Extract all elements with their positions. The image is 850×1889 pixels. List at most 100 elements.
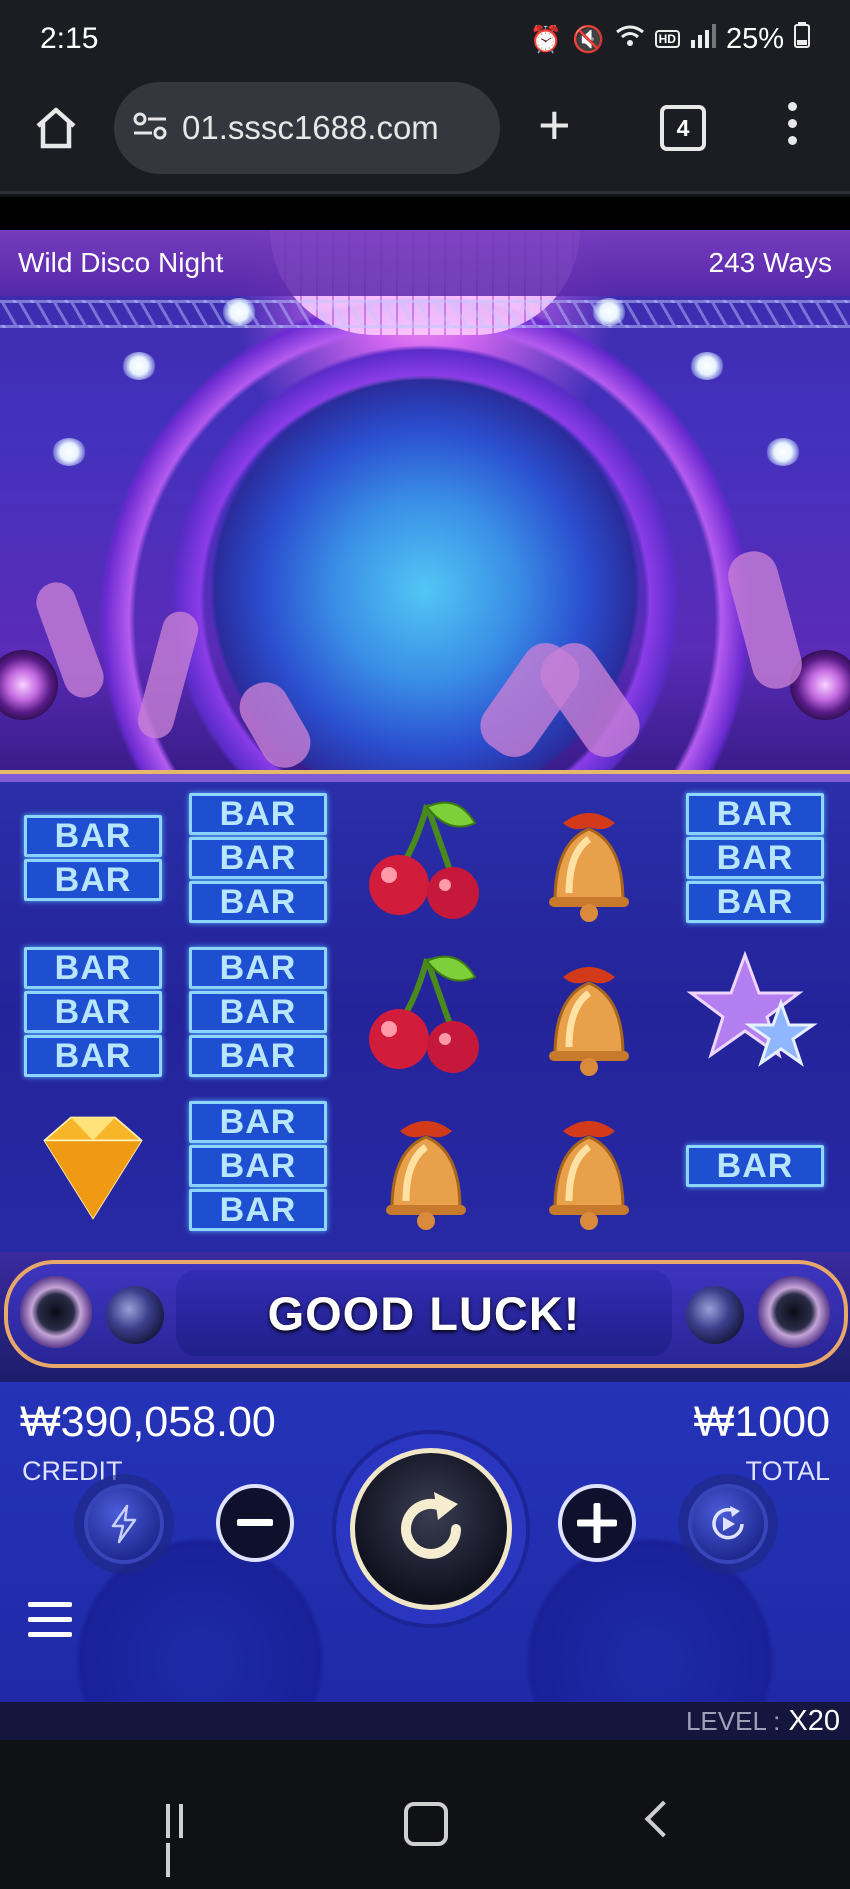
bar-label: BAR	[189, 991, 327, 1033]
bell-icon	[352, 1096, 502, 1236]
level-bar: LEVEL : X20	[0, 1702, 850, 1740]
game-title-bar: Wild Disco Night 243 Ways	[0, 230, 850, 296]
wifi-icon	[615, 24, 645, 55]
disco-background: Wild Disco Night 243 Ways	[0, 230, 850, 777]
turbo-button[interactable]	[84, 1484, 164, 1564]
cherry-icon	[352, 942, 502, 1082]
bar-symbol: BAR BAR BAR	[183, 788, 333, 928]
battery-percent: 25%	[725, 22, 784, 55]
page-gap	[0, 197, 850, 230]
left-speaker-image	[0, 650, 58, 720]
decrease-bet-button[interactable]	[216, 1484, 294, 1562]
recent-apps-icon[interactable]	[166, 1804, 204, 1877]
spotlight	[592, 298, 626, 326]
bar-stack: BAR BAR	[24, 815, 162, 901]
bar-label: BAR	[189, 1035, 327, 1077]
tabs-icon[interactable]: 4	[660, 105, 706, 151]
spotlight	[766, 438, 800, 466]
bar-label: BAR	[189, 947, 327, 989]
crowd-hand-image	[722, 545, 808, 695]
url-text: 01.sssc1688.com	[182, 109, 439, 146]
speaker-knob-icon	[758, 1276, 830, 1348]
bar-label: BAR	[686, 1145, 824, 1187]
bar-label: BAR	[24, 859, 162, 901]
plus-icon	[577, 1503, 617, 1543]
bar-stack: BAR	[686, 1145, 824, 1187]
game-title: Wild Disco Night	[18, 247, 224, 278]
credit-label: CREDIT	[22, 1456, 123, 1486]
bar-label: BAR	[24, 991, 162, 1033]
minus-icon	[237, 1519, 273, 1526]
level-value: X20	[788, 1704, 840, 1737]
bar-stack: BAR BAR BAR	[189, 793, 327, 923]
home-icon[interactable]	[32, 104, 80, 152]
slot-game: Wild Disco Night 243 Ways BAR BAR BAR BAR BA…	[0, 230, 850, 1740]
total-bet-value: ₩1000	[693, 1398, 830, 1446]
autoplay-icon	[712, 1506, 744, 1540]
bar-label: BAR	[24, 1035, 162, 1077]
speaker-knob-icon	[20, 1276, 92, 1348]
control-panel: ₩390,058.00 CREDIT ₩1000 TOTAL	[0, 1382, 850, 1702]
back-icon[interactable]	[644, 1800, 682, 1838]
bar-symbol: BAR BAR	[18, 788, 168, 928]
status-time: 2:15	[40, 22, 99, 55]
autoplay-button[interactable]	[688, 1484, 768, 1564]
bar-symbol: BAR BAR BAR	[183, 942, 333, 1082]
speaker-knob-icon	[106, 1286, 164, 1344]
bar-symbol: BAR	[680, 1096, 830, 1236]
battery-icon	[794, 22, 810, 56]
diamond-icon	[18, 1096, 168, 1236]
home-nav-icon[interactable]	[404, 1802, 448, 1846]
bar-label: BAR	[686, 881, 824, 923]
menu-icon[interactable]	[28, 1602, 72, 1642]
bar-symbol: BAR BAR BAR	[680, 788, 830, 928]
spotlight	[690, 352, 724, 380]
bar-stack: BAR BAR BAR	[189, 1101, 327, 1231]
spotlight	[222, 298, 256, 326]
bar-label: BAR	[189, 881, 327, 923]
bar-label: BAR	[189, 837, 327, 879]
alarm-icon: ⏰	[529, 23, 563, 54]
stage-truss	[0, 300, 850, 328]
site-settings-icon[interactable]	[132, 111, 168, 146]
bar-stack: BAR BAR BAR	[24, 947, 162, 1077]
level-label: LEVEL :	[685, 1705, 781, 1736]
speaker-knob-icon	[686, 1286, 744, 1344]
crowd-hand-image	[230, 673, 320, 777]
reel-grid: BAR BAR BAR BAR BAR BAR BAR BAR BAR BAR BAR BAR BAR B…	[0, 770, 850, 1254]
more-icon[interactable]	[786, 98, 798, 158]
star-icon	[680, 942, 830, 1082]
bell-icon	[515, 788, 665, 928]
bar-stack: BAR BAR BAR	[686, 793, 824, 923]
cherry-icon	[352, 788, 502, 928]
address-bar[interactable]: 01.sssc1688.com	[114, 82, 500, 174]
spotlight	[122, 352, 156, 380]
browser-toolbar: 01.sssc1688.com + 4	[0, 78, 850, 194]
message-bar: GOOD LUCK!	[0, 1252, 850, 1382]
credit-value: ₩390,058.00	[20, 1398, 276, 1446]
bar-symbol: BAR BAR BAR	[18, 942, 168, 1082]
bar-label: BAR	[686, 793, 824, 835]
increase-bet-button[interactable]	[558, 1484, 636, 1562]
bar-label: BAR	[189, 1189, 327, 1231]
crowd-hand-image	[133, 607, 203, 743]
new-tab-icon[interactable]: +	[538, 90, 571, 160]
spin-button[interactable]	[350, 1448, 512, 1610]
bar-label: BAR	[189, 1145, 327, 1187]
bar-label: BAR	[24, 815, 162, 857]
bar-label: BAR	[24, 947, 162, 989]
bell-icon	[515, 942, 665, 1082]
system-nav-bar	[0, 1740, 850, 1889]
mute-icon: 🔇	[572, 23, 605, 54]
bar-label: BAR	[686, 837, 824, 879]
lightning-icon	[111, 1504, 137, 1544]
bar-label: BAR	[189, 793, 327, 835]
status-icons: ⏰ 🔇 HD 25%	[530, 22, 810, 56]
bar-label: BAR	[189, 1101, 327, 1143]
total-bet-label: TOTAL	[745, 1456, 830, 1486]
bar-stack: BAR BAR BAR	[189, 947, 327, 1077]
bell-icon	[515, 1096, 665, 1236]
good-luck-message: GOOD LUCK!	[176, 1270, 672, 1356]
status-bar: 2:15 ⏰ 🔇 HD 25%	[0, 0, 850, 78]
hd-voice-icon: HD	[654, 30, 680, 48]
